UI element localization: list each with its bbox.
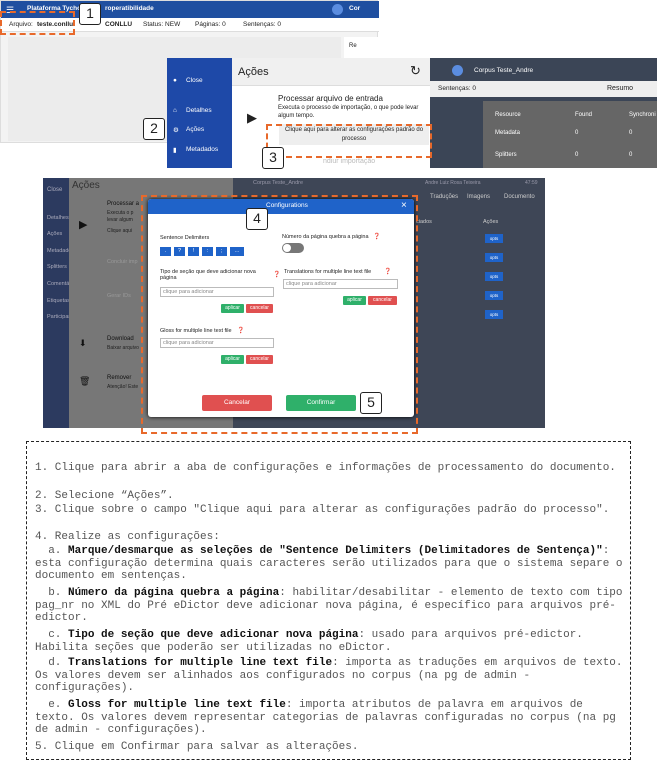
col-found: Found [575, 112, 593, 118]
download-title: Download [107, 336, 134, 342]
timer: 47:59 [525, 180, 538, 186]
step-5-badge: 5 [360, 392, 382, 414]
user-name: Andre Luiz Rosa Teixeira [425, 180, 481, 186]
options-button[interactable]: opts [485, 272, 503, 281]
sidebar: ● Close ⌂ Detalhes ⚙ Ações ▮ Metadados [167, 58, 232, 168]
step-4b-text: b. Número da página quebra a página: hab… [35, 587, 623, 624]
sidebar-item-metadados[interactable]: Metadados [186, 146, 218, 153]
step-2-badge: 2 [143, 118, 165, 140]
table-cell: 0 [629, 130, 633, 136]
process-desc: Executa o processo de importação, o que … [278, 105, 419, 119]
instructions-box: 1. Clique para abrir a aba de configuraç… [26, 441, 631, 760]
step-4-text: 4. Realize as configurações: [35, 531, 220, 543]
sidebar-close[interactable]: Close [186, 77, 203, 84]
bookmark-icon: ▮ [173, 147, 177, 154]
step-4c-bold: Tipo de seção que deve adicionar nova pá… [68, 629, 359, 641]
options-button[interactable]: opts [485, 253, 503, 262]
corpus-summary-bar: Sentenças: 0 Resumo [430, 81, 657, 97]
remove-desc: Atenção! Este [107, 384, 139, 390]
step-4e-text: e. Gloss for multiple line text file: im… [35, 699, 616, 736]
step-1-text: 1. Clique para abrir a aba de configuraç… [35, 462, 616, 474]
process-config-link[interactable]: Clique aqui [107, 228, 132, 234]
step-4b-bold: Número da página quebra a página [68, 587, 280, 599]
acoes-title: Ações [238, 66, 269, 78]
download-desc: Baixar arquivo [107, 345, 139, 351]
close-icon[interactable]: ● [173, 77, 177, 84]
step-4a-text: a. Marque/desmarque as seleções de "Sent… [35, 545, 623, 582]
col-sync: Synchroni [629, 112, 656, 118]
step-3-badge: 3 [262, 147, 284, 169]
gear-icon: ⚙ [173, 127, 179, 134]
process-desc: Executa o p [107, 210, 134, 216]
step-3-text: 3. Clique sobre o campo "Clique aqui par… [35, 504, 610, 516]
step-4e-bold: Gloss for multiple line text file [68, 699, 286, 711]
step-5-text: 5. Clique em Confirmar para salvar as al… [35, 741, 359, 753]
home-icon: ⌂ [173, 107, 177, 114]
table-cell: 0 [575, 152, 579, 158]
process-title: Processar arquivo de entrada [278, 94, 383, 103]
file-pages: Páginas: 0 [195, 21, 226, 28]
acoes-header: Ações ↻ [232, 58, 430, 86]
table-row: Metadata [495, 130, 521, 136]
file-sentences: Sentenças: 0 [243, 21, 281, 28]
highlight-3 [266, 124, 432, 158]
options-button[interactable]: opts [485, 310, 503, 319]
table-cell: 0 [629, 152, 633, 158]
table-row: Splitters [495, 152, 517, 158]
sidebar-item[interactable]: Ações [47, 231, 62, 237]
corpus-sentences: Sentenças: 0 [438, 85, 476, 92]
file-status: Status: NEW [143, 21, 181, 28]
gerar-ids: Gerar IDs [107, 293, 131, 299]
process-title: Processar a [107, 201, 140, 207]
download-icon[interactable]: ⬇ [79, 338, 87, 349]
sidebar-close[interactable]: Close [47, 187, 62, 193]
step-4-badge: 4 [246, 208, 268, 230]
corpus-panel: Corpus Teste_Andre Sentenças: 0 Resumo R… [430, 58, 657, 168]
acoes-title: Ações [72, 180, 100, 191]
avatar [452, 65, 463, 76]
process-desc-2: levar algum [107, 217, 133, 223]
tab-traducoes[interactable]: Traduções [430, 194, 458, 200]
user-icon[interactable] [332, 4, 343, 15]
resource-table: Resource Found Synchroni Metadata 0 0 Sp… [483, 101, 657, 168]
corpus-label: Cor [349, 5, 361, 12]
trash-icon[interactable]: 🗑 [79, 376, 90, 387]
app-title-end: roperatibilidade [105, 5, 154, 12]
col-actions: Ações [483, 219, 499, 225]
tab-resumo[interactable]: Resumo [607, 85, 633, 92]
refresh-icon[interactable]: ↻ [410, 63, 421, 79]
sidebar-item-detalhes[interactable]: Detalhes [186, 107, 212, 114]
step-4c-text: c. Tipo de seção que deve adicionar nova… [35, 629, 583, 654]
step-4a-bold: Marque/desmarque as seleções de "Sentenc… [68, 545, 603, 557]
sidebar-item-acoes[interactable]: Ações [186, 126, 204, 133]
corpus-name: Corpus Teste_Andre [253, 180, 304, 186]
tab-imagens[interactable]: Imagens [467, 194, 490, 200]
step-2-text: 2. Selecione “Ações”. [35, 490, 174, 502]
sidebar-item[interactable]: Etiquetas [47, 298, 70, 304]
sidebar-item[interactable]: Splitters [47, 264, 67, 270]
corpus-name: Corpus Teste_Andre [474, 67, 534, 74]
concluir-importacao: ndiur importação [323, 158, 376, 165]
col-resource: Resource [495, 112, 521, 118]
play-icon[interactable]: ▶ [79, 218, 87, 231]
play-icon[interactable]: ▶ [247, 110, 257, 126]
tab-documento[interactable]: Documento [504, 194, 535, 200]
remove-title: Remover [107, 375, 132, 381]
concluir-importacao: Concluir imp [107, 259, 138, 265]
col-header: ciados [416, 219, 432, 225]
step-4d-bold: Translations for multiple line text file [68, 657, 333, 669]
table-cell: 0 [575, 130, 579, 136]
options-button[interactable]: opts [485, 291, 503, 300]
sidebar-item[interactable]: Detalhes [47, 215, 69, 221]
step-1-badge: 1 [79, 3, 101, 25]
options-button[interactable]: opts [485, 234, 503, 243]
highlight-1 [0, 11, 75, 35]
step-4d-text: d. Translations for multiple line text f… [35, 657, 623, 694]
file-format: CONLLU [105, 21, 133, 28]
